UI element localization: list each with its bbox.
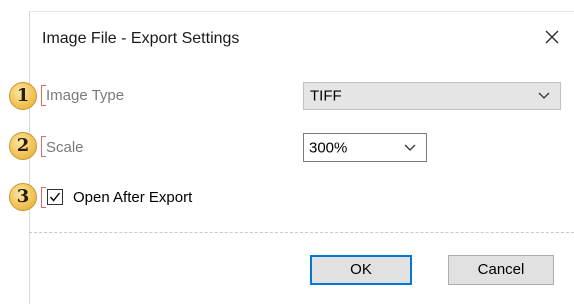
ok-button[interactable]: OK xyxy=(310,255,412,285)
image-type-label: Image Type xyxy=(46,87,125,104)
callout-bracket-3 xyxy=(41,187,46,208)
cancel-button[interactable]: Cancel xyxy=(448,255,554,285)
checkmark-icon xyxy=(48,190,62,204)
callout-badge-2: 2 xyxy=(9,132,37,160)
close-button[interactable] xyxy=(541,26,563,48)
open-after-export-checkbox[interactable] xyxy=(47,189,63,205)
chevron-down-icon xyxy=(404,139,416,157)
open-after-export-label[interactable]: Open After Export xyxy=(73,189,192,206)
image-type-dropdown[interactable]: TIFF xyxy=(303,82,561,110)
image-type-value: TIFF xyxy=(310,87,342,105)
chevron-down-icon xyxy=(538,87,550,105)
close-icon xyxy=(541,26,563,48)
dialog-title: Image File - Export Settings xyxy=(42,30,240,47)
scale-dropdown[interactable]: 300% xyxy=(303,133,427,162)
scale-label: Scale xyxy=(46,139,84,156)
button-area-divider xyxy=(29,232,574,233)
callout-badge-3: 3 xyxy=(9,183,37,211)
callout-badge-1: 1 xyxy=(9,82,37,110)
scale-value: 300% xyxy=(309,139,348,156)
